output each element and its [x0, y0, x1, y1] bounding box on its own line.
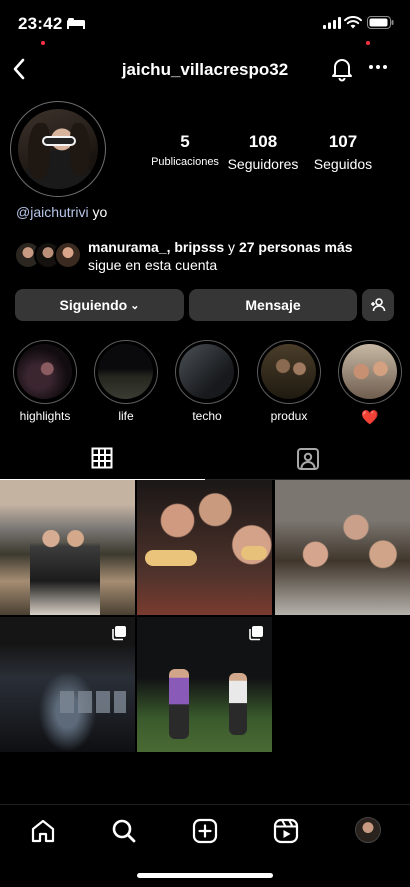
- bio-text: yo: [88, 204, 108, 220]
- highlight-label: techo: [192, 409, 222, 423]
- battery-icon: [367, 16, 394, 29]
- more-icon[interactable]: [368, 62, 388, 72]
- highlight-heart[interactable]: ❤️: [338, 340, 402, 426]
- profile-notification-dot: [366, 41, 370, 45]
- reels-icon[interactable]: [272, 817, 300, 845]
- post-thumbnail[interactable]: [275, 480, 410, 615]
- post-thumbnail[interactable]: [137, 480, 272, 615]
- tab-tagged[interactable]: [205, 440, 410, 480]
- profile-header: jaichu_villacrespo32: [0, 50, 410, 90]
- home-icon[interactable]: [29, 817, 57, 845]
- highlight-cover: [257, 340, 321, 404]
- sleep-mode-icon: [67, 18, 85, 29]
- highlight-produx[interactable]: produx: [257, 340, 321, 423]
- profile-tabs: [0, 440, 410, 480]
- highlight-label: highlights: [19, 409, 71, 423]
- highlight-image: [179, 344, 234, 399]
- tab-posts-grid[interactable]: [0, 440, 205, 480]
- post-thumbnail[interactable]: [0, 617, 135, 752]
- stat-following-count: 107: [328, 132, 358, 151]
- stat-posts[interactable]: 5 Publicaciones: [146, 132, 224, 168]
- stat-followers-label: Seguidores: [227, 156, 299, 172]
- bell-icon[interactable]: [329, 56, 355, 82]
- stat-following-label: Seguidos: [313, 156, 373, 172]
- followed-by-count: 27 personas más: [238, 239, 353, 255]
- highlight-cover: [94, 340, 158, 404]
- highlight-cover: [175, 340, 239, 404]
- highlight-label: life: [118, 409, 134, 423]
- profile-tab-avatar[interactable]: [355, 817, 383, 845]
- post-image-content: [30, 530, 100, 615]
- message-button-label: Mensaje: [245, 297, 301, 313]
- search-icon[interactable]: [110, 817, 138, 845]
- avatar-hair-right: [70, 123, 90, 175]
- highlight-image: [98, 344, 153, 399]
- create-icon[interactable]: [191, 817, 219, 845]
- mutual-avatar: [54, 241, 82, 269]
- stat-posts-label: Publicaciones: [151, 156, 219, 168]
- home-notification-dot: [41, 41, 45, 45]
- profile-avatar[interactable]: [18, 109, 98, 189]
- highlight-techo[interactable]: techo: [175, 340, 239, 423]
- following-button[interactable]: Siguiendo ⌄: [15, 289, 184, 321]
- followed-by-section[interactable]: manurama_, bripsss y 27 personas más sig…: [14, 238, 394, 274]
- home-indicator[interactable]: [137, 873, 273, 878]
- highlight-image: [342, 344, 397, 399]
- highlight-cover: [338, 340, 402, 404]
- post-thumbnail[interactable]: [0, 480, 135, 615]
- grid-icon: [91, 447, 113, 469]
- highlight-label: ❤️: [361, 409, 379, 425]
- following-button-label: Siguiendo: [59, 297, 128, 313]
- post-image-content: [241, 546, 267, 560]
- highlight-highlights[interactable]: highlights: [13, 340, 77, 423]
- status-time: 23:42: [18, 14, 63, 33]
- signal-icon: [323, 17, 341, 29]
- wifi-icon: [344, 16, 362, 29]
- chevron-down-icon: ⌄: [130, 300, 140, 312]
- followed-by-line2: sigue en esta cuenta: [88, 257, 218, 273]
- stat-followers[interactable]: 108 Seguidores: [225, 132, 301, 172]
- bottom-navigation: [0, 804, 410, 856]
- highlight-image: [261, 344, 316, 399]
- highlight-cover: [13, 340, 77, 404]
- avatar-sunglasses: [42, 136, 76, 146]
- post-thumbnail[interactable]: [137, 617, 272, 752]
- profile-bio: @jaichutrivi yo: [16, 204, 107, 220]
- post-image-content: [169, 669, 189, 739]
- avatar: [355, 817, 381, 843]
- post-image-content: [145, 550, 197, 566]
- status-bar: 23:42: [0, 0, 410, 48]
- followed-by-line1: manurama_, bripsss y 27 personas más: [88, 239, 353, 255]
- suggested-users-button[interactable]: [362, 289, 394, 321]
- message-button[interactable]: Mensaje: [189, 289, 357, 321]
- highlight-image: [17, 344, 72, 399]
- carousel-icon: [112, 626, 126, 641]
- followed-by-names: manurama_, bripsss: [88, 239, 225, 255]
- stat-followers-count: 108: [248, 132, 278, 151]
- highlight-label: produx: [270, 409, 308, 423]
- stat-posts-count: 5: [180, 132, 190, 151]
- avatar-hair-left: [28, 123, 50, 179]
- bio-mention-link[interactable]: @jaichutrivi: [16, 204, 89, 220]
- followed-by-connector: y: [224, 239, 239, 255]
- post-image-content: [229, 673, 247, 735]
- tagged-icon: [297, 448, 319, 470]
- carousel-icon: [249, 626, 263, 641]
- stat-following[interactable]: 107 Seguidos: [310, 132, 376, 172]
- highlight-life[interactable]: life: [94, 340, 158, 423]
- add-user-icon: [371, 298, 386, 312]
- post-image-content: [60, 691, 126, 713]
